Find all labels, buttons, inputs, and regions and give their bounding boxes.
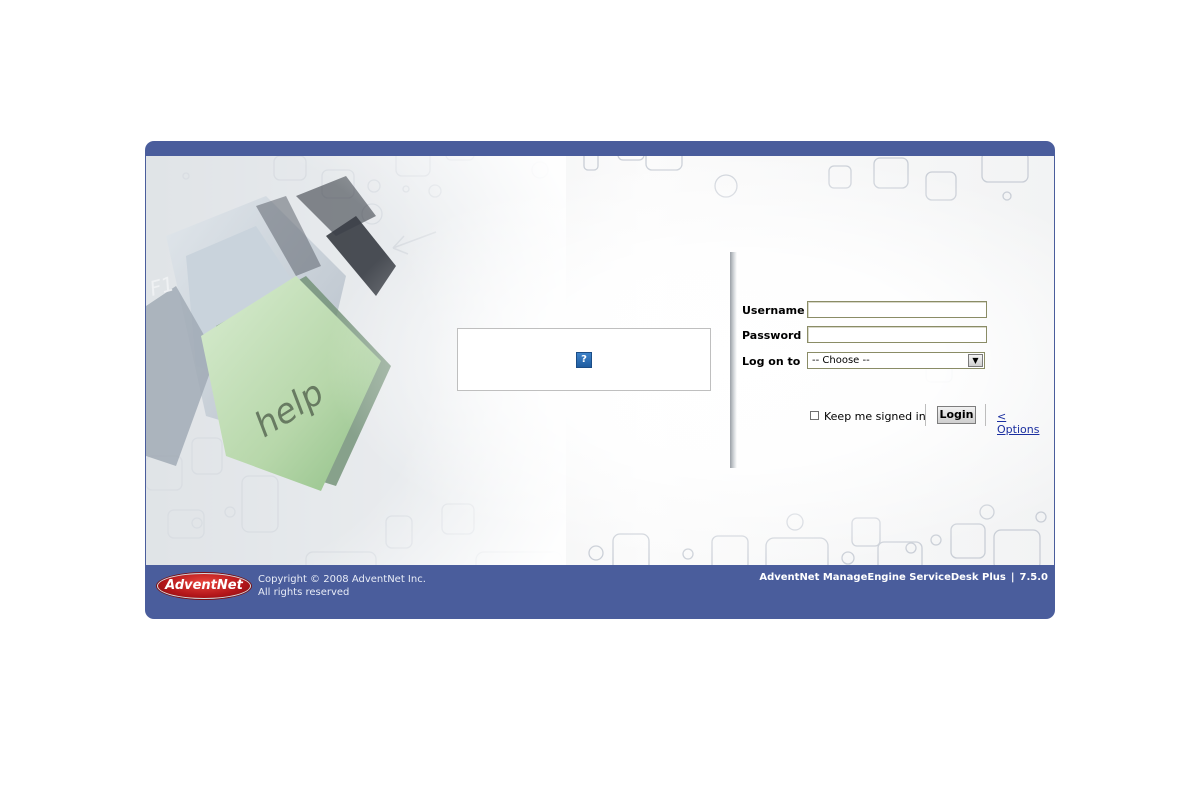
keep-signed-in-label: Keep me signed in xyxy=(824,410,926,423)
product-separator: | xyxy=(1010,572,1015,583)
username-label: Username xyxy=(742,304,805,317)
copyright-line: Copyright © 2008 AdventNet Inc. xyxy=(258,574,426,585)
login-form: Username Password Log on to -- Choose --… xyxy=(742,296,1052,476)
logon-selected-value: -- Choose -- xyxy=(812,355,870,366)
logon-label: Log on to xyxy=(742,355,801,368)
password-label: Password xyxy=(742,329,802,342)
options-link[interactable]: < Options xyxy=(997,410,1052,436)
login-frame: help F1 ? Username Password Log on to --… xyxy=(145,141,1055,619)
username-input[interactable] xyxy=(807,301,987,318)
password-input[interactable] xyxy=(807,326,987,343)
logon-select[interactable]: -- Choose -- ▼ xyxy=(807,352,985,369)
vertical-divider xyxy=(730,252,737,468)
login-button[interactable]: Login xyxy=(937,406,976,424)
dropdown-arrow-icon[interactable]: ▼ xyxy=(968,354,983,367)
product-name: AdventNet ManageEngine ServiceDesk Plus xyxy=(759,572,1006,583)
separator xyxy=(985,404,986,426)
keep-signed-in-checkbox[interactable] xyxy=(810,410,819,420)
product-version: 7.5.0 xyxy=(1019,572,1048,583)
login-panel: help F1 ? Username Password Log on to --… xyxy=(146,156,1054,565)
help-question-icon[interactable]: ? xyxy=(576,352,592,368)
rights-line: All rights reserved xyxy=(258,587,350,598)
help-box: ? xyxy=(457,328,711,391)
adventnet-logo: AdventNet xyxy=(157,573,251,599)
copyright: Copyright © 2008 AdventNet Inc. All righ… xyxy=(258,573,426,599)
product-info: AdventNet ManageEngine ServiceDesk Plus |… xyxy=(759,572,1048,583)
keep-signed-in[interactable]: Keep me signed in xyxy=(810,410,926,423)
separator xyxy=(925,404,926,426)
